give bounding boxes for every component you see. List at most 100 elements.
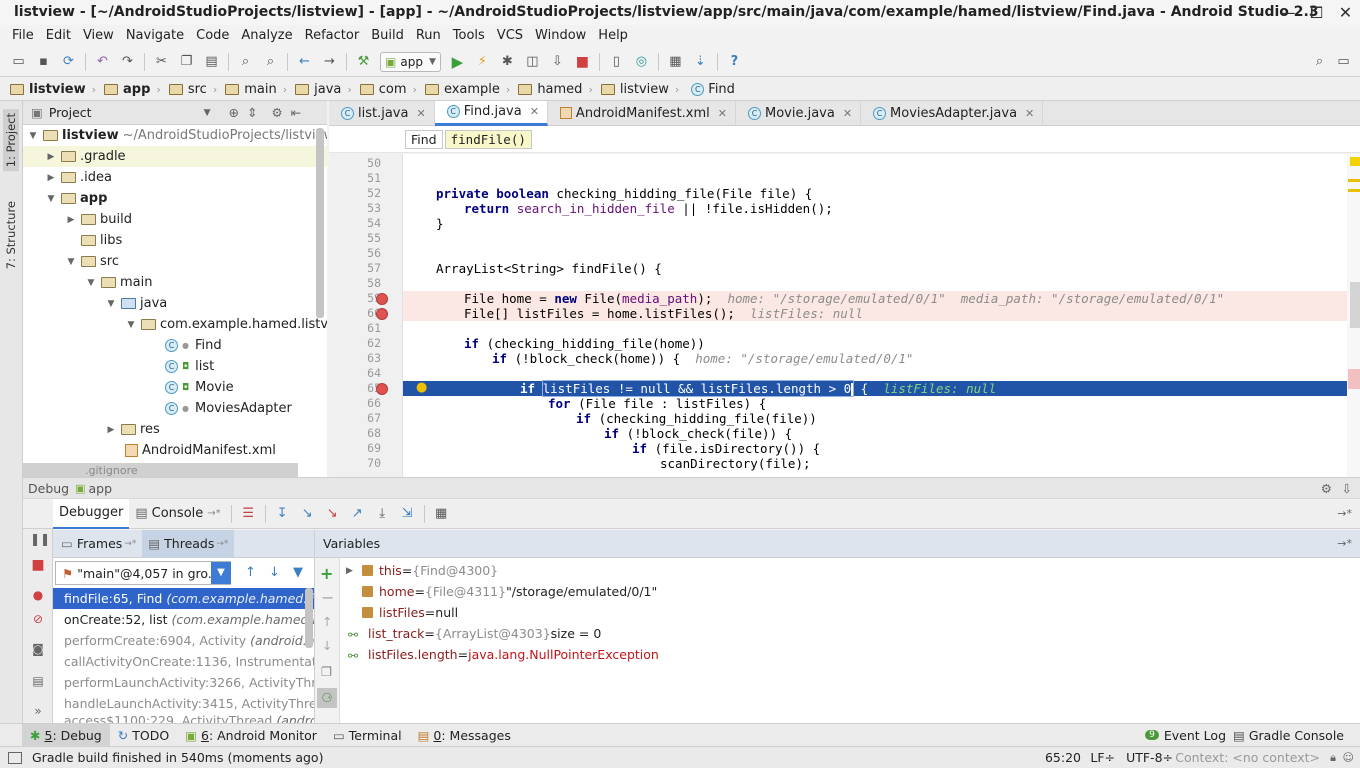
menu-code[interactable]: Code [190,25,235,47]
step-out-icon[interactable]: ↗ [347,504,367,524]
close-window-button[interactable]: ✕ [1331,0,1360,25]
breadcrumb-item[interactable]: listview › [597,82,683,97]
frame-row[interactable]: handleLaunchActivity:3415, ActivityThrea… [53,693,314,714]
move-up-icon[interactable]: ↑ [322,614,332,629]
breadcrumb-item[interactable]: C Find [683,82,739,97]
variable-row[interactable]: ⚯ list_track = {ArrayList@4303} size = 0 [346,623,601,644]
breadcrumb-item[interactable]: app › [100,82,165,97]
gear-icon[interactable]: ⚙ [271,105,282,120]
tab-movie-java[interactable]: C Movie.java ✕ [736,100,862,126]
tool-messages[interactable]: ▤ 0: Messages [410,724,519,747]
tree-root[interactable]: ▼ listview ~/AndroidStudioProjects/listvie… [23,125,327,146]
find-icon[interactable]: ⌕ [236,52,256,72]
tool-gradle-console[interactable]: ▤ Gradle Console [1225,724,1352,747]
warning-marker[interactable] [1348,179,1360,182]
remove-watch-icon[interactable]: − [321,588,334,607]
line-separator[interactable]: LF÷ [1090,750,1115,765]
tool-todo[interactable]: ↻ TODO [110,724,177,747]
tree-item[interactable]: C ◘ list [23,356,214,377]
file-encoding[interactable]: UTF-8÷ [1126,750,1173,765]
menu-run[interactable]: Run [410,25,447,47]
project-structure-icon[interactable]: ▦ [665,52,685,72]
tab-threads[interactable]: ▤ Threads →* [142,530,235,558]
force-step-into-icon[interactable]: ↘ [322,504,342,524]
menu-refactor[interactable]: Refactor [299,25,366,47]
variable-row[interactable]: ⚯ listFiles.length = java.lang.NullPointe… [346,644,659,665]
avd-manager-icon[interactable]: ▯ [606,52,626,72]
sync-icon[interactable]: ⟳ [59,52,79,72]
chevron-right-icon[interactable]: ▶ [45,152,57,162]
warning-marker[interactable] [1348,189,1360,192]
caret-position[interactable]: 65:20 [1045,750,1081,765]
restore-layout-icon[interactable]: ▤ [30,673,46,689]
breakpoint-icon[interactable] [376,383,388,395]
close-icon[interactable]: ✕ [530,105,539,118]
status-context[interactable]: Context: <no context> [1175,750,1320,765]
frames-scrollbar[interactable] [305,588,313,648]
cut-icon[interactable]: ✂ [152,52,172,72]
open-folder-icon[interactable]: ▭ [9,52,29,72]
evaluate-expression-icon[interactable]: ▦ [431,504,451,524]
breadcrumb-item[interactable]: example › [421,82,514,97]
down-arrow-icon[interactable]: ↓ [269,565,280,580]
save-all-icon[interactable]: ▪ [34,52,54,72]
tree-item[interactable]: ▼ main [23,272,153,293]
sync-gradle-icon[interactable]: ◎ [631,52,651,72]
project-tool-tab[interactable]: 1: Project [3,109,19,172]
breadcrumb-item[interactable]: hamed › [514,82,597,97]
menu-navigate[interactable]: Navigate [120,25,190,47]
tree-item[interactable]: C ● Find [23,335,222,356]
paste-icon[interactable]: ▤ [202,52,222,72]
frame-row[interactable]: callActivityOnCreate:1136, Instrumentati… [53,651,314,672]
apply-changes-icon[interactable]: ⚡ [472,52,492,72]
tab-find-java[interactable]: C Find.java ✕ [434,100,548,126]
step-over-icon[interactable]: ↧ [272,504,292,524]
breadcrumb-item[interactable]: main › [221,82,291,97]
chevron-down-icon[interactable]: ▼ [27,131,39,141]
run-to-cursor-icon[interactable]: ⇲ [397,504,417,524]
undo-icon[interactable]: ↶ [93,52,113,72]
copy-icon[interactable]: ❐ [321,664,332,679]
menu-file[interactable]: File [6,25,40,47]
up-arrow-icon[interactable]: ↑ [245,565,256,580]
tab-androidmanifest-xml[interactable]: AndroidManifest.xml ✕ [548,100,736,126]
tab-debugger[interactable]: Debugger [53,498,130,529]
warning-marker[interactable] [1350,157,1360,166]
menu-edit[interactable]: Edit [40,25,77,47]
add-watch-icon[interactable]: + [320,564,333,583]
chevron-right-icon[interactable]: ▶ [105,425,117,435]
hide-panel-icon[interactable]: ⇩ [1342,481,1352,496]
breadcrumb-item[interactable]: java › [291,82,356,97]
attach-debugger-icon[interactable]: ⇩ [547,52,567,72]
make-project-icon[interactable]: ⚒ [354,52,374,72]
tree-item[interactable]: ▼ java [23,293,168,314]
inspector-icon[interactable]: ☺ [1343,751,1354,764]
code-editor[interactable]: private boolean checking_hidding_file(Fi… [403,154,1347,477]
redo-icon[interactable]: ↷ [118,52,138,72]
replace-icon[interactable]: ⌕ [261,52,281,72]
forward-icon[interactable]: → [320,52,340,72]
intention-bulb-icon[interactable]: ● [416,380,427,395]
gear-icon[interactable]: ⚙ [1321,481,1332,496]
collapse-all-icon[interactable]: ⇕ [247,105,257,120]
move-down-icon[interactable]: ↓ [322,638,332,653]
stop-icon[interactable]: ■ [572,52,592,72]
back-icon[interactable]: ← [295,52,315,72]
tree-item[interactable]: C ● MoviesAdapter [23,398,292,419]
menu-build[interactable]: Build [365,25,410,47]
chevron-right-icon[interactable]: ▶ [346,566,358,576]
stop-icon[interactable]: ■ [30,557,46,573]
close-icon[interactable]: ✕ [416,107,425,120]
tree-item[interactable]: AndroidManifest.xml [23,440,276,461]
breadcrumb-item[interactable]: com › [356,82,421,97]
chevron-down-icon[interactable]: ▼ [204,108,211,118]
step-into-icon[interactable]: ↘ [297,504,317,524]
menu-window[interactable]: Window [529,25,592,47]
help-icon[interactable]: ? [724,52,744,72]
tab-console[interactable]: ▤ Console →* [129,499,226,529]
project-scrollbar[interactable] [316,128,324,318]
editor-crumb-method[interactable]: findFile() [444,129,532,149]
editor-gutter[interactable]: 50 51 52 53 54 55 56 57 58 59 60 61 62 6… [329,154,403,477]
error-stripe[interactable] [1347,154,1360,477]
breakpoint-icon[interactable] [376,293,388,305]
